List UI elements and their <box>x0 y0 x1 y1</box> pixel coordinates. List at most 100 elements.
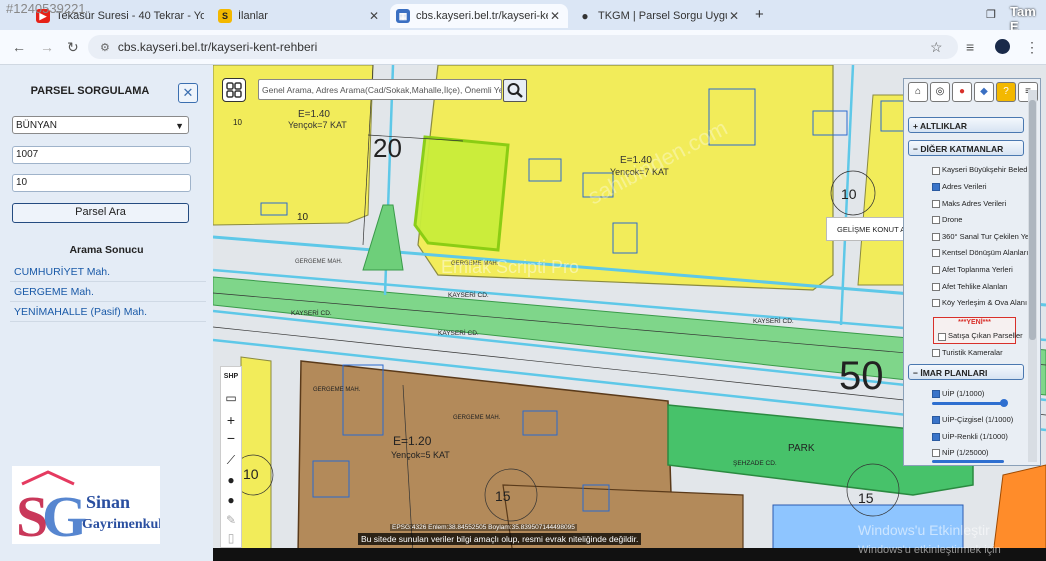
shp-button[interactable]: SHP <box>221 368 241 386</box>
section-zoning-plans[interactable]: − İMAR PLANLARI <box>908 364 1024 380</box>
layer-label: UİP (1/1000) <box>942 389 985 398</box>
pin-icon[interactable]: ● <box>952 82 972 102</box>
slider-handle[interactable] <box>1000 399 1008 407</box>
opacity-slider[interactable] <box>932 402 1004 405</box>
kebab-menu-icon[interactable]: ⋮ <box>1025 39 1039 56</box>
coordinate-readout: EPSG:4326 Enlem:38.84552505 Boylam:35.83… <box>390 524 577 531</box>
layer-checkbox[interactable] <box>932 167 940 175</box>
lot-number-label: 15 <box>858 490 874 506</box>
layer-label: Afet Tehlike Alanları <box>942 282 1008 291</box>
help-icon[interactable]: ? <box>996 82 1016 102</box>
layers-icon[interactable]: ◆ <box>974 82 994 102</box>
block-number-input[interactable]: 1007 <box>12 146 191 164</box>
layer-checkbox[interactable] <box>932 283 940 291</box>
layer-checkbox[interactable] <box>932 183 940 191</box>
folder-icon[interactable]: ▭ <box>221 389 241 407</box>
draw-area-icon[interactable]: ● <box>221 491 241 509</box>
layer-checkbox[interactable] <box>932 449 940 457</box>
restore-window-icon[interactable]: ❐ <box>986 8 996 21</box>
map-grid-icon: ▦ <box>396 9 410 23</box>
layer-checkbox[interactable] <box>938 333 946 341</box>
zone-block-residential <box>240 356 272 555</box>
layer-checkbox[interactable] <box>932 299 940 307</box>
divider <box>10 301 206 302</box>
result-item[interactable]: GERGEME Mah. <box>14 286 94 298</box>
parcel-search-button[interactable]: Parsel Ara <box>12 203 189 223</box>
layer-checkbox[interactable] <box>932 266 940 274</box>
selected-parcel[interactable] <box>413 135 510 252</box>
logo-subname: Gayrimenkul <box>82 517 160 532</box>
forward-arrow-icon[interactable]: → <box>40 39 54 55</box>
street-label: KAYSERİ CD. <box>448 290 489 299</box>
layer-checkbox[interactable] <box>932 433 940 441</box>
lot-number-label: 10 <box>233 118 242 127</box>
tab-kayseri-cbs[interactable]: ▦ cbs.kayseri.bel.tr/kayseri-kent-re ✕ <box>390 4 568 28</box>
basemap-grid-button[interactable] <box>222 78 246 102</box>
map-info-popup: GELİŞME KONUT A <box>826 217 904 241</box>
divider <box>10 281 206 282</box>
section-other-layers[interactable]: − DİĞER KATMANLAR <box>908 140 1024 156</box>
home-icon[interactable]: ⌂ <box>908 82 928 102</box>
zoom-out-button[interactable]: − <box>221 429 241 447</box>
location-pin-icon: ● <box>581 9 589 23</box>
parcel-number-input[interactable]: 10 <box>12 174 191 192</box>
reload-icon[interactable]: ↻ <box>67 39 79 56</box>
layer-label: Turistik Kameralar <box>942 348 1003 357</box>
location-search-icon[interactable]: ◎ <box>930 82 950 102</box>
site-info-icon[interactable]: ⚙ <box>100 41 110 54</box>
layer-label: 360° Sanal Tur Çekilen Yerl <box>942 232 1034 241</box>
results-title: Arama Sonucu <box>69 244 144 256</box>
close-icon[interactable]: ✕ <box>367 9 381 23</box>
edit-icon[interactable]: ✎ <box>221 511 241 529</box>
layer-checkbox[interactable] <box>932 200 940 208</box>
profile-avatar[interactable] <box>995 39 1010 54</box>
layer-checkbox[interactable] <box>932 233 940 241</box>
close-icon[interactable]: ✕ <box>727 9 741 23</box>
street-label: KAYSERİ CD. <box>291 308 332 317</box>
lot-number-label: 10 <box>841 186 857 202</box>
height-label: Yençok=7 KAT <box>288 120 347 130</box>
s-icon: S <box>218 9 232 23</box>
close-icon[interactable]: ✕ <box>548 9 562 23</box>
media-control-icon[interactable]: ≡ <box>966 39 974 55</box>
url-field[interactable]: ⚙ cbs.kayseri.bel.tr/kayseri-kent-rehber… <box>88 35 958 59</box>
layer-label: Adres Verileri <box>942 182 987 191</box>
layer-checkbox[interactable] <box>932 390 940 398</box>
bookmark-star-icon[interactable]: ☆ <box>930 39 943 56</box>
floor-area-label: E=1.20 <box>393 434 432 448</box>
map-search-button[interactable] <box>503 79 527 102</box>
tab-label: TKGM | Parsel Sorgu Uygulaması <box>598 10 727 22</box>
zoom-in-button[interactable]: + <box>221 411 241 429</box>
watermark-text: Emlak Scripti Pro <box>441 257 579 277</box>
result-item[interactable]: CUMHURİYET Mah. <box>14 266 110 278</box>
tab-ilanlar[interactable]: S İlanlar ✕ <box>212 4 387 28</box>
tab-tkgm[interactable]: ● TKGM | Parsel Sorgu Uygulaması ✕ <box>572 4 747 28</box>
new-tab-button[interactable]: + <box>755 6 764 23</box>
windows-activation-watermark: Windows'u Etkinleştir Windows'u etkinleş… <box>858 520 1001 560</box>
delete-icon[interactable]: ▯ <box>221 529 241 547</box>
section-basemaps[interactable]: + ALTLIKLAR <box>908 117 1024 133</box>
layer-label: Maks Adres Verileri <box>942 199 1007 208</box>
layer-checkbox[interactable] <box>932 416 940 424</box>
street-label: KAYSERİ CD. <box>753 316 794 325</box>
close-panel-button[interactable]: ✕ <box>178 83 198 103</box>
street-label: KAYSERİ CD. <box>438 328 479 337</box>
layer-checkbox[interactable] <box>932 349 940 357</box>
draw-point-icon[interactable]: ● <box>221 471 241 489</box>
layer-checkbox[interactable] <box>932 216 940 224</box>
scrollbar-thumb[interactable] <box>1029 100 1036 340</box>
new-badge: ***YENİ*** <box>958 319 991 326</box>
opacity-slider[interactable] <box>932 460 1004 463</box>
layer-checkbox[interactable] <box>932 249 940 257</box>
disclaimer-text: Bu sitede sunulan veriler bilgi amaçlı o… <box>358 533 642 545</box>
layer-panel: ⌂ ◎ ● ◆ ? ≡ + ALTLIKLAR − DİĞER KATMANLA… <box>903 78 1041 466</box>
back-arrow-icon[interactable]: ← <box>12 39 26 55</box>
street-label: ŞEHZADE CD. <box>733 460 777 467</box>
district-select[interactable]: BÜNYAN ▼ <box>12 116 189 134</box>
layer-label: NİP (1/25000) <box>942 448 989 457</box>
neighbourhood-label: GERGEME MAH. <box>453 415 501 421</box>
result-item[interactable]: YENİMAHALLE (Pasif) Mah. <box>14 306 147 318</box>
draw-line-icon[interactable]: ⟋ <box>221 451 241 469</box>
map-search-input[interactable]: Genel Arama, Adres Arama(Cad/Sokak,Mahal… <box>258 79 502 100</box>
address-bar: ← → ↻ ⚙ cbs.kayseri.bel.tr/kayseri-kent-… <box>0 30 1046 65</box>
